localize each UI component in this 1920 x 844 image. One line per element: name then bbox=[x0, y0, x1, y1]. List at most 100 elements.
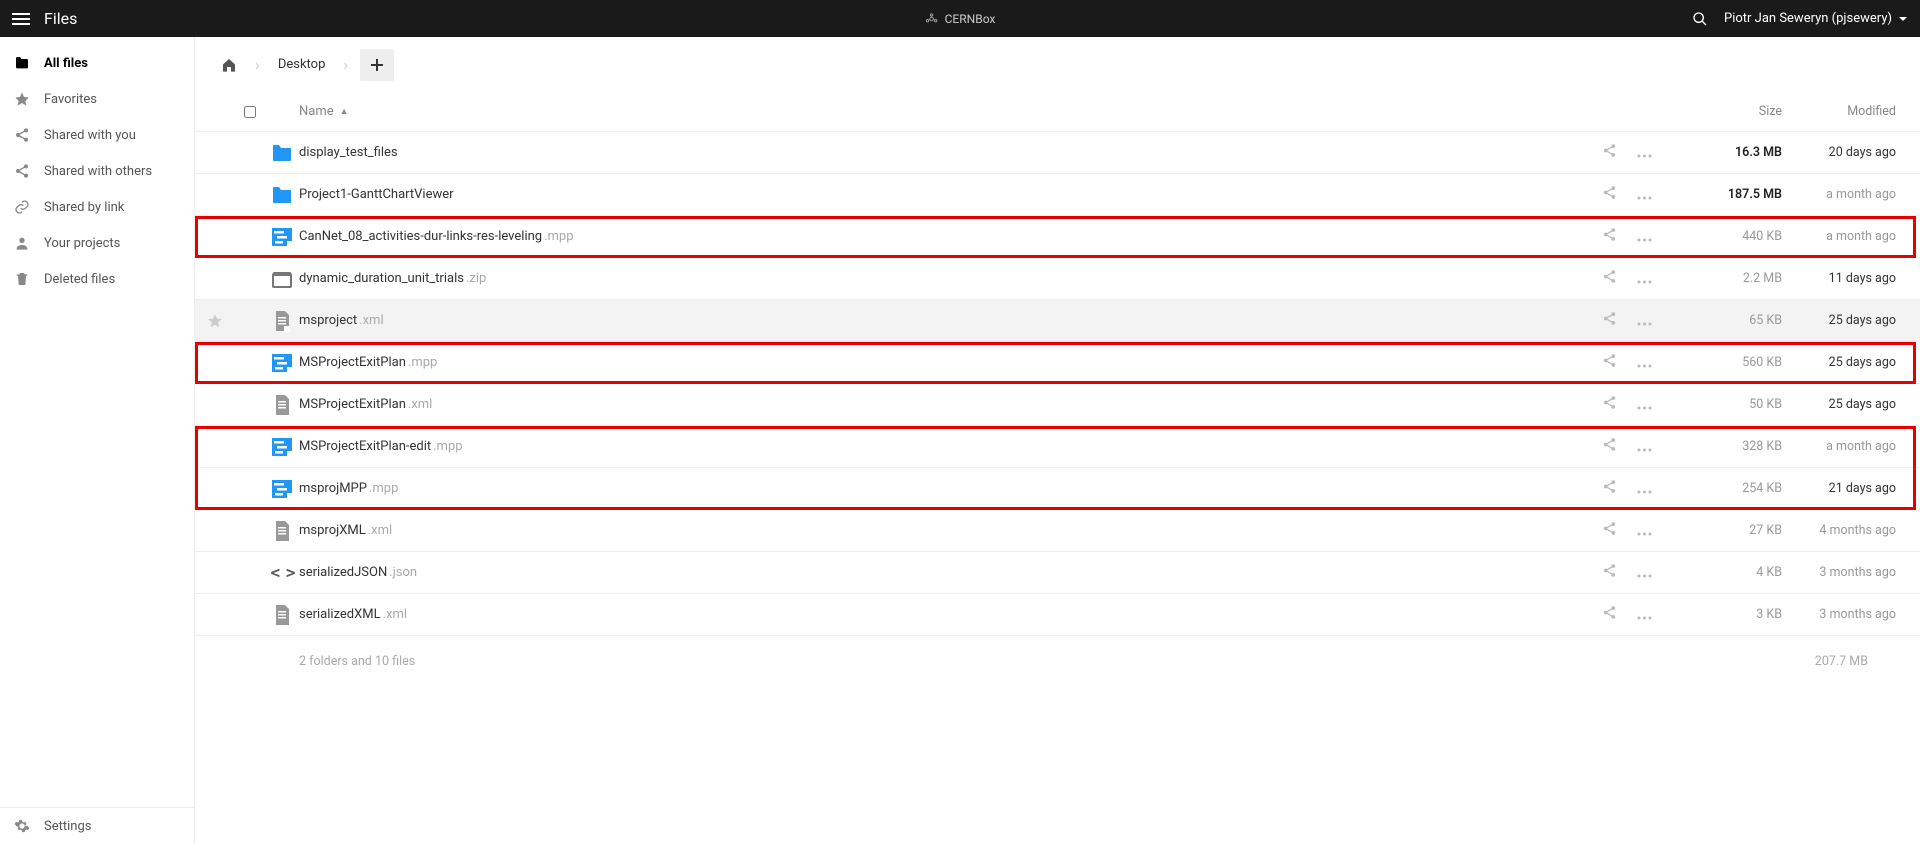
share-icon[interactable] bbox=[1602, 479, 1617, 498]
folder-icon bbox=[270, 141, 294, 165]
text-file-icon bbox=[270, 603, 294, 627]
mpp-file-icon bbox=[270, 351, 294, 375]
file-name[interactable]: dynamic_duration_unit_trials.zip bbox=[299, 271, 1582, 286]
file-modified: 25 days ago bbox=[1782, 313, 1902, 328]
gear-icon bbox=[14, 818, 30, 834]
file-name[interactable]: msprojMPP.mpp bbox=[299, 481, 1582, 496]
more-icon[interactable] bbox=[1637, 143, 1652, 162]
more-icon[interactable] bbox=[1637, 605, 1652, 624]
file-modified: 11 days ago bbox=[1782, 271, 1902, 286]
share-icon[interactable] bbox=[1602, 605, 1617, 624]
share-icon[interactable] bbox=[1602, 311, 1617, 330]
sidebar-item-your-projects[interactable]: Your projects bbox=[0, 225, 194, 261]
share-icon[interactable] bbox=[1602, 143, 1617, 162]
zip-file-icon bbox=[270, 267, 294, 291]
sidebar-item-all-files[interactable]: All files bbox=[0, 45, 194, 81]
share-icon[interactable] bbox=[1602, 185, 1617, 204]
file-name[interactable]: MSProjectExitPlan.xml bbox=[299, 397, 1582, 412]
file-modified: 25 days ago bbox=[1782, 355, 1902, 370]
sidebar-settings[interactable]: Settings bbox=[0, 808, 194, 844]
sidebar-item-label: All files bbox=[44, 56, 88, 71]
breadcrumb-home[interactable] bbox=[209, 51, 249, 79]
file-name[interactable]: display_test_files bbox=[299, 145, 1582, 160]
share-icon[interactable] bbox=[1602, 269, 1617, 288]
table-row[interactable]: Project1-GanttChartViewer187.5 MBa month… bbox=[195, 174, 1920, 216]
main-content: › Desktop › Name▲ Size Modified bbox=[195, 37, 1920, 844]
sidebar-item-shared-by-link[interactable]: Shared by link bbox=[0, 189, 194, 225]
select-all-checkbox[interactable] bbox=[244, 106, 256, 118]
share-icon[interactable] bbox=[1602, 227, 1617, 246]
table-row[interactable]: dynamic_duration_unit_trials.zip 2.2 MB11… bbox=[195, 258, 1920, 300]
breadcrumb-item[interactable]: Desktop bbox=[266, 51, 338, 78]
file-modified: 21 days ago bbox=[1782, 481, 1902, 496]
link-icon bbox=[14, 199, 30, 215]
file-name[interactable]: serializedJSON.json bbox=[299, 565, 1582, 580]
more-icon[interactable] bbox=[1637, 227, 1652, 246]
share-icon[interactable] bbox=[1602, 563, 1617, 582]
file-name[interactable]: CanNet_08_activities-dur-links-res-level… bbox=[299, 229, 1582, 244]
sidebar-item-label: Favorites bbox=[44, 92, 97, 107]
file-modified: 3 months ago bbox=[1782, 565, 1902, 580]
table-row[interactable]: MSProjectExitPlan.mpp 560 KB25 days ago bbox=[195, 342, 1920, 384]
file-size: 27 KB bbox=[1672, 523, 1782, 538]
home-icon bbox=[221, 57, 237, 73]
share-icon[interactable] bbox=[1602, 395, 1617, 414]
table-row[interactable]: < >serializedJSON.json4 KB3 months ago bbox=[195, 552, 1920, 594]
file-name[interactable]: serializedXML.xml bbox=[299, 607, 1582, 622]
mpp-file-icon bbox=[270, 477, 294, 501]
more-icon[interactable] bbox=[1637, 395, 1652, 414]
file-name[interactable]: msprojXML.xml bbox=[299, 523, 1582, 538]
more-icon[interactable] bbox=[1637, 437, 1652, 456]
share-icon[interactable] bbox=[1602, 521, 1617, 540]
column-name[interactable]: Name▲ bbox=[299, 104, 1582, 119]
file-size: 560 KB bbox=[1672, 355, 1782, 370]
more-icon[interactable] bbox=[1637, 563, 1652, 582]
table-row[interactable]: MSProjectExitPlan.xml50 KB25 days ago bbox=[195, 384, 1920, 426]
more-icon[interactable] bbox=[1637, 269, 1652, 288]
table-row[interactable]: msprojMPP.mpp254 KB21 days ago bbox=[195, 468, 1920, 510]
file-modified: 20 days ago bbox=[1782, 145, 1902, 160]
file-name[interactable]: msproject.xml bbox=[299, 313, 1582, 328]
table-row[interactable]: msproject.xml65 KB25 days ago bbox=[195, 300, 1920, 342]
column-modified[interactable]: Modified bbox=[1782, 104, 1902, 119]
table-row[interactable]: CanNet_08_activities-dur-links-res-level… bbox=[195, 216, 1920, 258]
sidebar: All filesFavoritesShared with youShared … bbox=[0, 37, 195, 844]
sidebar-item-shared-with-others[interactable]: Shared with others bbox=[0, 153, 194, 189]
toolbar: › Desktop › bbox=[195, 37, 1920, 92]
more-icon[interactable] bbox=[1637, 311, 1652, 330]
share-icon[interactable] bbox=[1602, 353, 1617, 372]
app-title[interactable]: Files bbox=[44, 9, 77, 28]
search-icon[interactable] bbox=[1692, 11, 1708, 27]
table-row[interactable]: serializedXML.xml3 KB3 months ago bbox=[195, 594, 1920, 636]
more-icon[interactable] bbox=[1637, 185, 1652, 204]
user-menu[interactable]: Piotr Jan Seweryn (pjsewery) bbox=[1724, 11, 1908, 26]
folder-icon bbox=[270, 183, 294, 207]
summary-text: 2 folders and 10 files bbox=[299, 654, 415, 669]
sidebar-item-favorites[interactable]: Favorites bbox=[0, 81, 194, 117]
more-icon[interactable] bbox=[1637, 353, 1652, 372]
table-row[interactable]: display_test_files16.3 MB20 days ago bbox=[195, 132, 1920, 174]
text-file-icon bbox=[270, 393, 294, 417]
sort-asc-icon: ▲ bbox=[340, 106, 349, 117]
sidebar-item-shared-with-you[interactable]: Shared with you bbox=[0, 117, 194, 153]
file-name[interactable]: MSProjectExitPlan.mpp bbox=[299, 355, 1582, 370]
favorite-toggle[interactable] bbox=[195, 313, 235, 329]
column-size[interactable]: Size bbox=[1672, 104, 1782, 119]
add-button[interactable] bbox=[360, 49, 394, 81]
mpp-file-icon bbox=[270, 225, 294, 249]
file-modified: a month ago bbox=[1782, 439, 1902, 454]
table-header: Name▲ Size Modified bbox=[195, 92, 1920, 132]
share-icon[interactable] bbox=[1602, 437, 1617, 456]
more-icon[interactable] bbox=[1637, 521, 1652, 540]
file-size: 4 KB bbox=[1672, 565, 1782, 580]
file-name[interactable]: MSProjectExitPlan-edit.mpp bbox=[299, 439, 1582, 454]
menu-icon[interactable] bbox=[12, 10, 30, 28]
table-row[interactable]: MSProjectExitPlan-edit.mpp328 KBa month … bbox=[195, 426, 1920, 468]
file-size: 2.2 MB bbox=[1672, 271, 1782, 286]
sidebar-item-deleted-files[interactable]: Deleted files bbox=[0, 261, 194, 297]
file-table: Name▲ Size Modified display_test_files16… bbox=[195, 92, 1920, 687]
table-row[interactable]: msprojXML.xml 27 KB4 months ago bbox=[195, 510, 1920, 552]
more-icon[interactable] bbox=[1637, 479, 1652, 498]
file-modified: 4 months ago bbox=[1782, 523, 1902, 538]
file-name[interactable]: Project1-GanttChartViewer bbox=[299, 187, 1582, 202]
